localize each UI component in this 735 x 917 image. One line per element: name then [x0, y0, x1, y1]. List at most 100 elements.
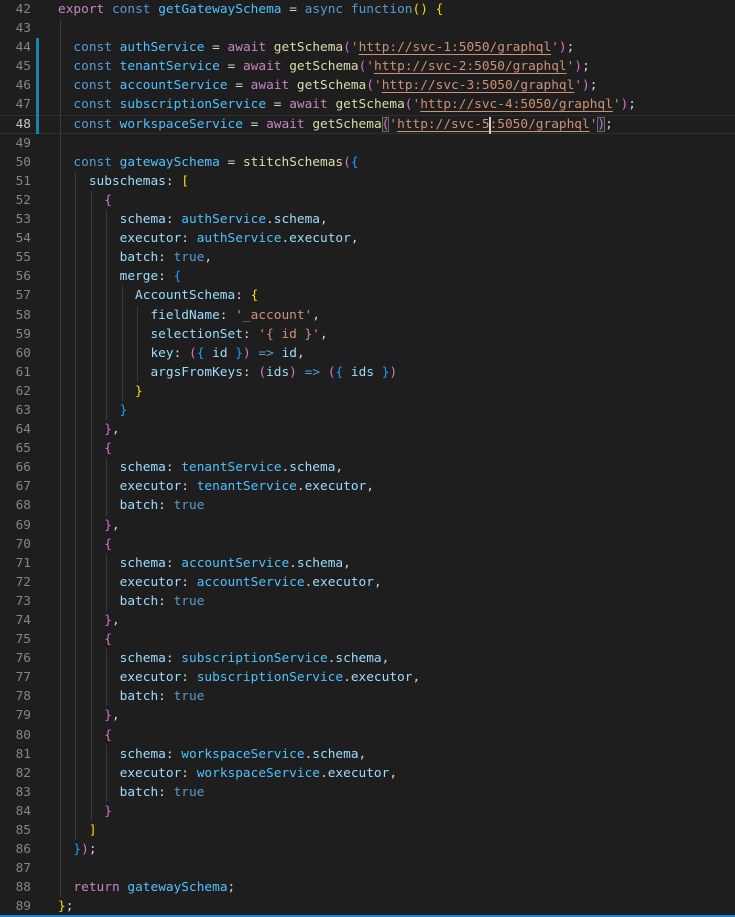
line-number[interactable]: 76 [0, 649, 31, 668]
line-number[interactable]: 87 [0, 859, 31, 878]
line-number[interactable]: 43 [0, 19, 31, 38]
code-line[interactable]: 66 schema: tenantService.schema, [0, 458, 735, 477]
code-line[interactable]: 73 batch: true [0, 592, 735, 611]
code-line[interactable]: 47 const subscriptionService = await get… [0, 95, 735, 114]
code-line[interactable]: 78 batch: true [0, 687, 735, 706]
code-line[interactable]: 55 batch: true, [0, 248, 735, 267]
code-line[interactable]: 59 selectionSet: '{ id }', [0, 325, 735, 344]
code-line[interactable]: 79 }, [0, 706, 735, 725]
code-line[interactable]: 84 } [0, 802, 735, 821]
line-number[interactable]: 42 [0, 0, 31, 19]
code-line[interactable]: 85 ] [0, 821, 735, 840]
code-line[interactable]: 86 }); [0, 840, 735, 859]
line-number[interactable]: 68 [0, 496, 31, 515]
line-number[interactable]: 58 [0, 306, 31, 325]
line-number[interactable]: 82 [0, 764, 31, 783]
code-line[interactable]: 60 key: ({ id }) => id, [0, 344, 735, 363]
line-number[interactable]: 89 [0, 897, 31, 916]
line-number[interactable]: 72 [0, 573, 31, 592]
line-number[interactable]: 86 [0, 840, 31, 859]
code-line[interactable]: 62 } [0, 382, 735, 401]
line-number[interactable]: 44 [0, 38, 31, 57]
code-line[interactable]: 52 { [0, 191, 735, 210]
code-line[interactable]: 54 executor: authService.executor, [0, 229, 735, 248]
code-line[interactable]: 69 }, [0, 516, 735, 535]
line-number[interactable]: 45 [0, 57, 31, 76]
line-number[interactable]: 67 [0, 477, 31, 496]
code-line[interactable]: 74 }, [0, 611, 735, 630]
code-line[interactable]: 72 executor: accountService.executor, [0, 573, 735, 592]
line-number[interactable]: 69 [0, 516, 31, 535]
code-line[interactable]: 53 schema: authService.schema, [0, 210, 735, 229]
code-line[interactable]: 65 { [0, 439, 735, 458]
code-line[interactable]: 48 const workspaceService = await getSch… [0, 115, 735, 134]
code-line[interactable]: 63 } [0, 401, 735, 420]
line-number[interactable]: 83 [0, 783, 31, 802]
code-token: : [166, 556, 181, 571]
line-number[interactable]: 73 [0, 592, 31, 611]
line-number[interactable]: 50 [0, 153, 31, 172]
line-number[interactable]: 54 [0, 229, 31, 248]
line-number[interactable]: 63 [0, 401, 31, 420]
code-line[interactable]: 42export const getGatewaySchema = async … [0, 0, 735, 19]
code-line[interactable]: 83 batch: true [0, 783, 735, 802]
code-line[interactable]: 43 [0, 19, 735, 38]
line-number[interactable]: 88 [0, 878, 31, 897]
line-number[interactable]: 71 [0, 554, 31, 573]
line-number[interactable]: 59 [0, 325, 31, 344]
code-line[interactable]: 71 schema: accountService.schema, [0, 554, 735, 573]
line-number[interactable]: 51 [0, 172, 31, 191]
code-line[interactable]: 49 [0, 134, 735, 153]
code-line[interactable]: 89}; [0, 897, 735, 916]
line-number[interactable]: 65 [0, 439, 31, 458]
code-line[interactable]: 46 const accountService = await getSchem… [0, 76, 735, 95]
code-line[interactable]: 51 subschemas: [ [0, 172, 735, 191]
code-text: } [58, 401, 127, 420]
line-number[interactable]: 56 [0, 267, 31, 286]
line-number[interactable]: 85 [0, 821, 31, 840]
code-line[interactable]: 81 schema: workspaceService.schema, [0, 745, 735, 764]
code-line[interactable]: 88 return gatewaySchema; [0, 878, 735, 897]
code-line[interactable]: 77 executor: subscriptionService.executo… [0, 668, 735, 687]
code-line[interactable]: 75 { [0, 630, 735, 649]
line-number[interactable]: 49 [0, 134, 31, 153]
code-line[interactable]: 68 batch: true [0, 496, 735, 515]
code-line[interactable]: 64 }, [0, 420, 735, 439]
code-token: = [243, 117, 266, 132]
code-line[interactable]: 87 [0, 859, 735, 878]
line-number[interactable]: 57 [0, 286, 31, 305]
code-line[interactable]: 56 merge: { [0, 267, 735, 286]
line-number[interactable]: 80 [0, 726, 31, 745]
line-number[interactable]: 62 [0, 382, 31, 401]
line-number[interactable]: 52 [0, 191, 31, 210]
code-line[interactable]: 57 AccountSchema: { [0, 286, 735, 305]
line-number[interactable]: 66 [0, 458, 31, 477]
line-number[interactable]: 53 [0, 210, 31, 229]
line-number[interactable]: 75 [0, 630, 31, 649]
line-number[interactable]: 64 [0, 420, 31, 439]
line-number[interactable]: 46 [0, 76, 31, 95]
code-line[interactable]: 82 executor: workspaceService.executor, [0, 764, 735, 783]
line-number[interactable]: 77 [0, 668, 31, 687]
line-number[interactable]: 70 [0, 535, 31, 554]
code-line[interactable]: 45 const tenantService = await getSchema… [0, 57, 735, 76]
line-number[interactable]: 47 [0, 95, 31, 114]
code-token: stitchSchemas [243, 155, 343, 170]
line-number[interactable]: 74 [0, 611, 31, 630]
line-number[interactable]: 78 [0, 687, 31, 706]
code-line[interactable]: 61 argsFromKeys: (ids) => ({ ids }) [0, 363, 735, 382]
code-line[interactable]: 50 const gatewaySchema = stitchSchemas({ [0, 153, 735, 172]
code-line[interactable]: 76 schema: subscriptionService.schema, [0, 649, 735, 668]
code-line[interactable]: 80 { [0, 726, 735, 745]
code-line[interactable]: 58 fieldName: '_account', [0, 306, 735, 325]
line-number[interactable]: 55 [0, 248, 31, 267]
line-number[interactable]: 48 [0, 115, 31, 134]
line-number[interactable]: 81 [0, 745, 31, 764]
code-line[interactable]: 67 executor: tenantService.executor, [0, 477, 735, 496]
code-line[interactable]: 70 { [0, 535, 735, 554]
line-number[interactable]: 84 [0, 802, 31, 821]
line-number[interactable]: 79 [0, 706, 31, 725]
line-number[interactable]: 60 [0, 344, 31, 363]
line-number[interactable]: 61 [0, 363, 31, 382]
code-line[interactable]: 44 const authService = await getSchema('… [0, 38, 735, 57]
